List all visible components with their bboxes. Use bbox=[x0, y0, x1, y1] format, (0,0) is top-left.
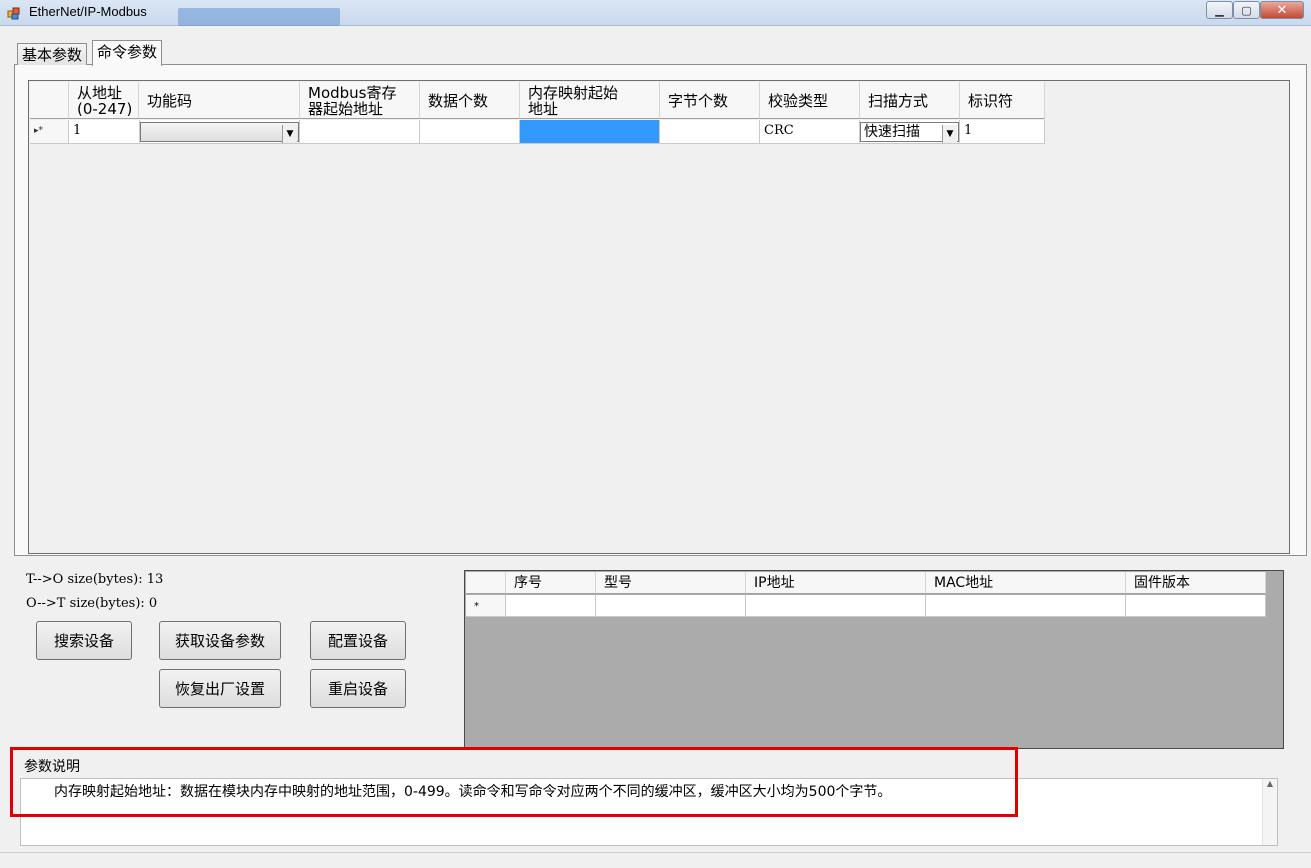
factory-reset-button[interactable]: 恢复出厂设置 bbox=[159, 669, 281, 708]
device-grid-corner bbox=[466, 572, 506, 594]
cell-data-count[interactable] bbox=[420, 120, 520, 144]
cell-mem-map-start-selected[interactable] bbox=[520, 120, 660, 144]
col-slave-address[interactable]: 从地址 (0-247) bbox=[69, 82, 139, 119]
chevron-down-icon[interactable]: ▼ bbox=[942, 125, 957, 143]
close-icon: ✕ bbox=[1276, 2, 1288, 18]
description-scrollbar[interactable]: ▲ bbox=[1262, 779, 1277, 845]
get-device-params-button[interactable]: 获取设备参数 bbox=[159, 621, 281, 660]
maximize-button[interactable]: ▢ bbox=[1233, 1, 1260, 19]
col-ip-address[interactable]: IP地址 bbox=[746, 572, 926, 594]
col-function-code[interactable]: 功能码 bbox=[139, 82, 300, 119]
row-header-corner bbox=[30, 82, 69, 119]
scan-mode-combo[interactable]: 快速扫描 ▼ bbox=[860, 122, 959, 143]
col-firmware-version[interactable]: 固件版本 bbox=[1126, 572, 1266, 594]
col-model[interactable]: 型号 bbox=[596, 572, 746, 594]
cell-identifier[interactable]: 1 bbox=[960, 120, 1045, 144]
cell-slave-address[interactable]: 1 bbox=[69, 120, 140, 144]
cell-byte-count[interactable] bbox=[660, 120, 760, 144]
col-checksum[interactable]: 校验类型 bbox=[760, 82, 860, 119]
scroll-up-icon[interactable]: ▲ bbox=[1267, 779, 1273, 788]
col-identifier[interactable]: 标识符 bbox=[960, 82, 1045, 119]
tab-basic-params[interactable]: 基本参数 bbox=[17, 43, 88, 65]
device-cell-firmware[interactable] bbox=[1126, 595, 1266, 617]
search-device-button[interactable]: 搜索设备 bbox=[36, 621, 132, 660]
minimize-icon: ▁ bbox=[1215, 3, 1224, 17]
taskbar-ghost bbox=[178, 8, 340, 26]
minimize-button[interactable]: ▁ bbox=[1206, 1, 1233, 19]
window-title: EtherNet/IP-Modbus bbox=[29, 4, 147, 19]
command-grid[interactable] bbox=[28, 80, 1290, 554]
device-row-marker[interactable]: * bbox=[466, 595, 506, 617]
col-mac-address[interactable]: MAC地址 bbox=[926, 572, 1126, 594]
chevron-down-icon[interactable]: ▼ bbox=[282, 125, 297, 143]
col-mem-map-start[interactable]: 内存映射起始 地址 bbox=[520, 82, 660, 119]
cell-checksum[interactable]: CRC bbox=[760, 120, 860, 144]
col-index[interactable]: 序号 bbox=[506, 572, 596, 594]
col-data-count[interactable]: 数据个数 bbox=[420, 82, 520, 119]
t-to-o-size: T-->O size(bytes): 13 bbox=[26, 572, 164, 587]
app-icon bbox=[7, 7, 20, 20]
col-modbus-start[interactable]: Modbus寄存 器起始地址 bbox=[300, 82, 420, 119]
row-marker[interactable]: ▸* bbox=[30, 120, 69, 144]
o-to-t-size: O-->T size(bytes): 0 bbox=[26, 596, 158, 611]
col-scan-mode[interactable]: 扫描方式 bbox=[860, 82, 960, 119]
cell-modbus-start[interactable] bbox=[300, 120, 420, 144]
col-byte-count[interactable]: 字节个数 bbox=[660, 82, 760, 119]
configure-device-button[interactable]: 配置设备 bbox=[310, 621, 406, 660]
tab-command-params[interactable]: 命令参数 bbox=[92, 40, 163, 66]
device-cell-model[interactable] bbox=[596, 595, 746, 617]
highlight-box bbox=[10, 747, 1018, 817]
close-button[interactable]: ✕ bbox=[1260, 1, 1304, 19]
device-cell-index[interactable] bbox=[506, 595, 596, 617]
status-divider bbox=[0, 852, 1311, 853]
combo-value: 快速扫描 bbox=[864, 124, 920, 140]
restart-device-button[interactable]: 重启设备 bbox=[310, 669, 406, 708]
device-cell-ip[interactable] bbox=[746, 595, 926, 617]
device-cell-mac[interactable] bbox=[926, 595, 1126, 617]
function-code-combo[interactable]: ▼ bbox=[140, 122, 299, 143]
maximize-icon: ▢ bbox=[1241, 3, 1252, 17]
